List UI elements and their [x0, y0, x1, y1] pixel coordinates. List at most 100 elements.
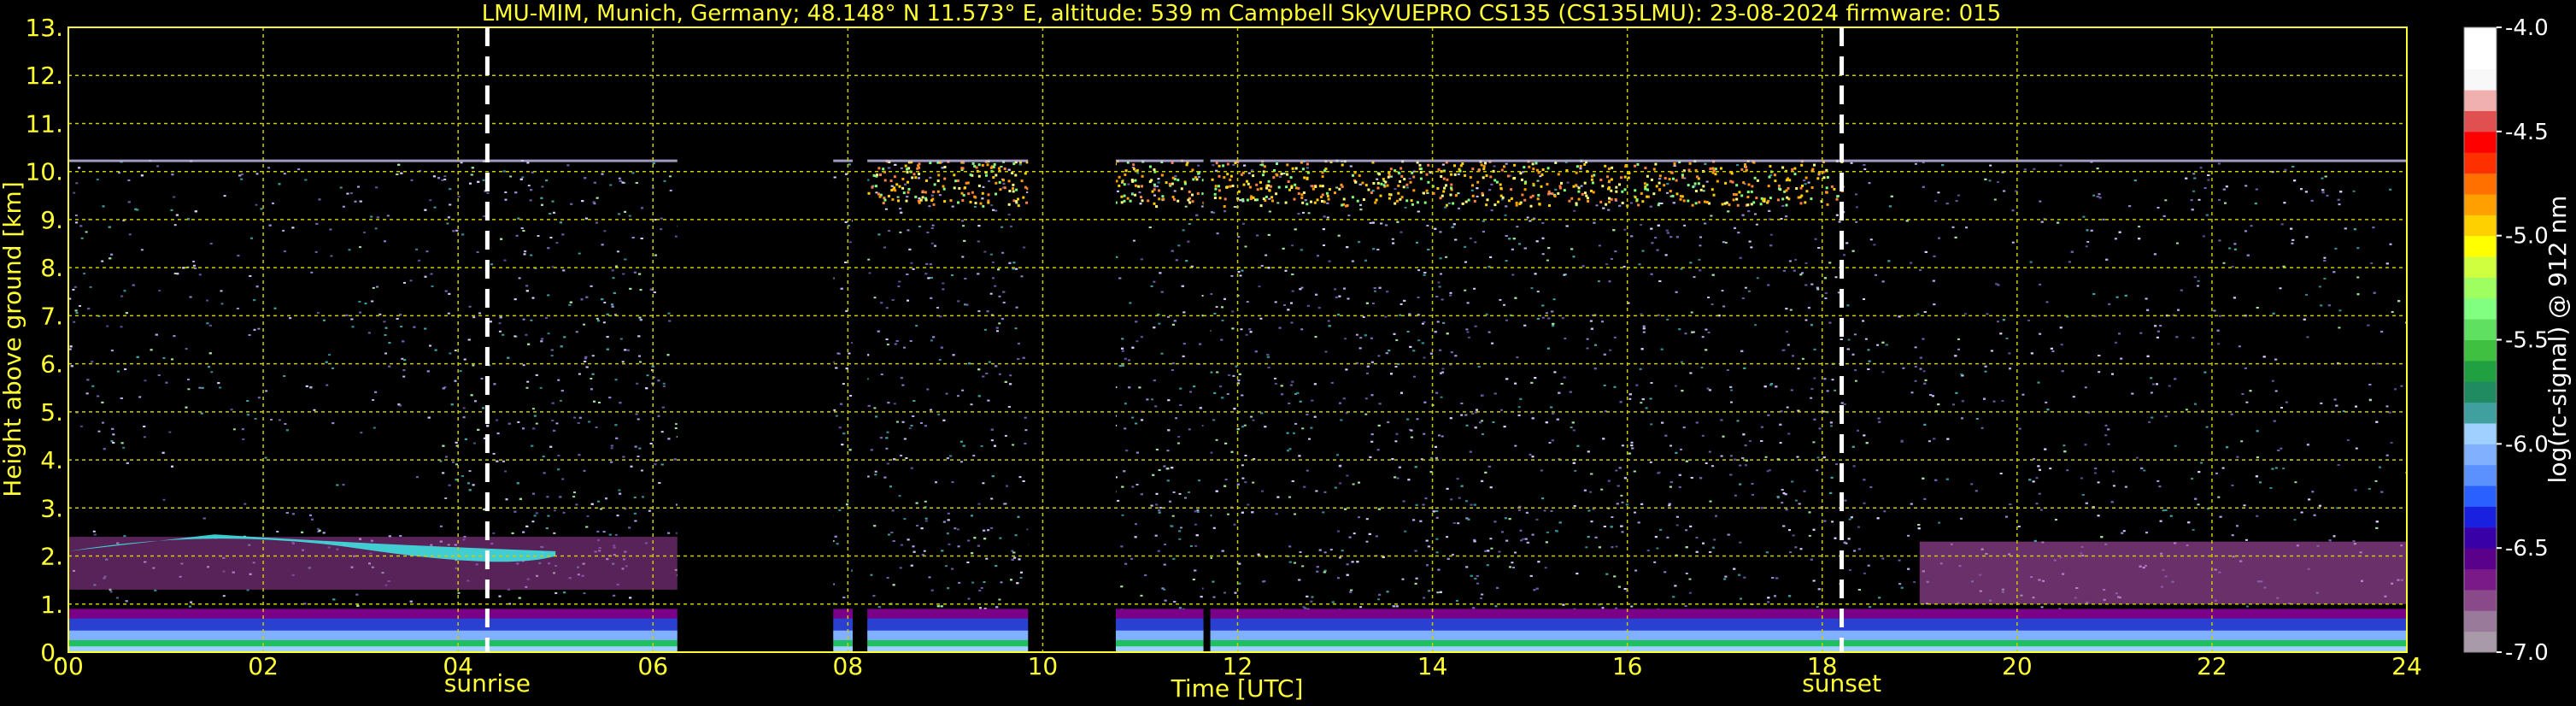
signal-speckle — [1914, 379, 1917, 382]
signal-speckle — [1804, 262, 1808, 264]
signal-speckle — [492, 532, 496, 534]
signal-speckle — [575, 331, 578, 333]
signal-speckle — [1252, 419, 1255, 421]
signal-speckle — [1131, 416, 1135, 419]
signal-speckle — [951, 481, 954, 484]
signal-speckle — [958, 581, 961, 584]
signal-speckle — [1188, 223, 1191, 225]
signal-speckle — [158, 290, 161, 292]
signal-speckle — [928, 576, 931, 579]
signal-speckle — [457, 196, 461, 198]
signal-speckle — [886, 577, 889, 579]
signal-speckle — [1910, 391, 1914, 394]
signal-speckle — [980, 586, 983, 589]
signal-speckle — [1680, 448, 1682, 450]
signal-speckle — [2222, 262, 2226, 264]
signal-speckle — [79, 305, 81, 307]
signal-speckle — [502, 333, 505, 336]
signal-speckle — [73, 321, 76, 323]
signal-speckle — [457, 591, 461, 594]
signal-speckle — [1855, 221, 1858, 223]
signal-speckle — [1536, 291, 1540, 293]
signal-speckle — [2294, 481, 2297, 484]
signal-speckle — [1843, 403, 1846, 405]
signal-speckle — [1650, 423, 1653, 426]
signal-speckle — [1464, 261, 1467, 263]
signal-speckle — [1481, 420, 1484, 422]
signal-speckle — [1435, 516, 1439, 519]
signal-speckle — [1690, 311, 1693, 314]
signal-speckle — [1511, 274, 1515, 276]
signal-speckle — [264, 456, 267, 459]
signal-speckle — [989, 292, 993, 295]
signal-speckle — [1241, 464, 1244, 467]
signal-speckle — [982, 482, 985, 485]
signal-speckle — [1898, 559, 1901, 562]
signal-speckle — [526, 380, 530, 383]
signal-speckle — [1545, 312, 1548, 315]
signal-speckle — [206, 299, 208, 302]
signal-speckle — [1224, 479, 1228, 480]
signal-speckle — [1327, 320, 1330, 322]
signal-speckle — [210, 371, 214, 374]
signal-speckle — [1335, 186, 1339, 189]
signal-speckle — [1613, 336, 1617, 338]
signal-speckle — [910, 425, 913, 427]
signal-speckle — [1854, 379, 1857, 382]
signal-speckle — [2240, 440, 2244, 443]
signal-speckle — [1337, 530, 1340, 532]
signal-speckle — [1121, 514, 1124, 516]
signal-speckle — [2107, 443, 2110, 445]
signal-speckle — [1247, 503, 1250, 506]
signal-speckle — [1260, 265, 1264, 267]
signal-speckle — [2104, 434, 2108, 437]
signal-speckle — [544, 317, 548, 320]
signal-speckle — [1611, 258, 1613, 260]
signal-speckle — [2068, 261, 2071, 263]
signal-speckle — [1009, 374, 1012, 377]
signal-speckle — [2039, 200, 2042, 203]
signal-speckle — [1609, 349, 1612, 351]
signal-speckle — [1816, 456, 1820, 459]
signal-speckle — [1853, 333, 1857, 336]
signal-speckle — [1653, 561, 1657, 563]
signal-speckle — [402, 375, 406, 378]
signal-speckle — [1136, 172, 1140, 174]
signal-speckle — [1755, 223, 1758, 226]
signal-speckle — [1226, 393, 1229, 395]
signal-speckle — [1212, 596, 1216, 598]
signal-speckle — [220, 290, 223, 292]
signal-speckle — [2138, 226, 2141, 228]
signal-speckle — [1465, 328, 1469, 331]
signal-speckle — [2038, 492, 2041, 495]
signal-speckle — [1438, 434, 1441, 437]
signal-speckle — [888, 533, 890, 536]
signal-speckle — [1226, 513, 1229, 515]
signal-speckle — [2244, 538, 2248, 541]
signal-speckle — [992, 277, 995, 279]
signal-speckle — [1873, 244, 1876, 246]
signal-speckle — [885, 447, 889, 450]
signal-speckle — [1128, 359, 1130, 362]
signal-speckle — [1520, 539, 1523, 542]
signal-speckle — [1630, 605, 1634, 608]
signal-speckle — [1992, 400, 1996, 403]
signal-speckle — [278, 419, 281, 421]
signal-speckle — [1291, 244, 1294, 247]
signal-speckle — [1196, 511, 1200, 513]
signal-speckle — [918, 226, 921, 227]
signal-speckle — [2102, 218, 2105, 221]
signal-speckle — [463, 358, 466, 361]
signal-speckle — [1914, 366, 1917, 368]
signal-speckle — [1391, 238, 1394, 240]
signal-speckle — [960, 461, 963, 463]
signal-speckle — [1154, 405, 1158, 408]
signal-speckle — [1011, 550, 1014, 552]
signal-speckle — [1597, 280, 1600, 283]
signal-speckle — [2221, 467, 2225, 469]
signal-speckle — [1813, 377, 1816, 379]
signal-speckle — [339, 186, 343, 189]
signal-speckle — [85, 231, 88, 233]
signal-speckle — [1441, 368, 1445, 370]
signal-speckle — [73, 191, 76, 194]
